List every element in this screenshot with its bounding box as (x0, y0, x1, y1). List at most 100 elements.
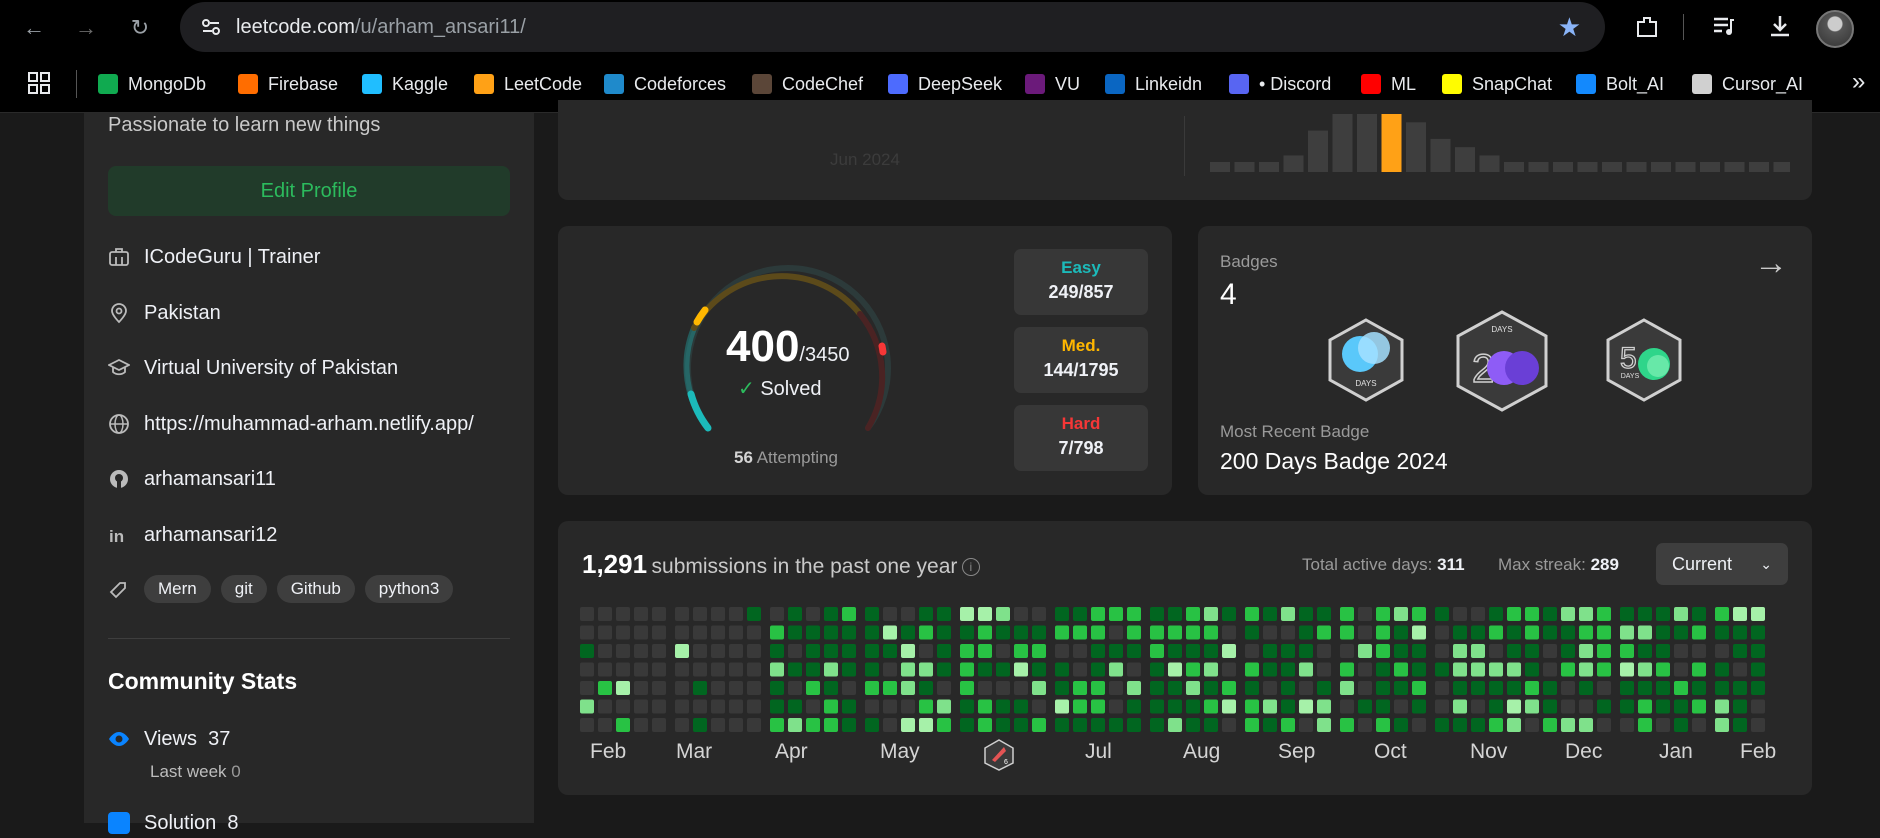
heatmap-cell[interactable] (693, 662, 707, 677)
heatmap-cell[interactable] (1032, 681, 1046, 695)
heatmap-cell[interactable] (634, 607, 648, 621)
heatmap-cell[interactable] (1561, 607, 1575, 621)
heatmap-cell[interactable] (960, 625, 974, 640)
heatmap-cell[interactable] (598, 644, 612, 658)
year-dropdown[interactable]: Current ⌄ (1656, 543, 1788, 585)
heatmap-cell[interactable] (580, 644, 594, 658)
bookmark-deepseek[interactable]: DeepSeek (888, 72, 1002, 96)
heatmap-cell[interactable] (1561, 699, 1575, 714)
heatmap-cell[interactable] (806, 718, 820, 732)
heatmap-cell[interactable] (996, 681, 1010, 695)
heatmap-cell[interactable] (1489, 681, 1503, 695)
heatmap-cell[interactable] (1222, 699, 1236, 714)
heatmap-cell[interactable] (1186, 644, 1200, 658)
heatmap-cell[interactable] (1127, 718, 1141, 732)
histogram-bar[interactable] (1283, 155, 1304, 172)
heatmap-cell[interactable] (1489, 718, 1503, 732)
heatmap-cell[interactable] (1281, 718, 1295, 732)
days-badge-icon[interactable]: DAYS (1326, 318, 1406, 402)
heatmap-cell[interactable] (1733, 681, 1747, 695)
heatmap-cell[interactable] (1543, 607, 1557, 621)
heatmap-cell[interactable] (1507, 625, 1521, 640)
heatmap-cell[interactable] (1127, 662, 1141, 677)
heatmap-cell[interactable] (711, 681, 725, 695)
heatmap-cell[interactable] (1055, 644, 1069, 658)
heatmap-cell[interactable] (1435, 681, 1449, 695)
heatmap-cell[interactable] (1733, 625, 1747, 640)
linkedin-link[interactable]: arhamansari12 (144, 524, 277, 547)
heatmap-cell[interactable] (1525, 644, 1539, 658)
heatmap-cell[interactable] (1489, 699, 1503, 714)
heatmap-cell[interactable] (729, 644, 743, 658)
heatmap-cell[interactable] (711, 662, 725, 677)
heatmap-cell[interactable] (1127, 625, 1141, 640)
heatmap-cell[interactable] (1597, 699, 1611, 714)
histogram-bar[interactable] (1626, 162, 1647, 172)
heatmap-cell[interactable] (1453, 625, 1467, 640)
heatmap-cell[interactable] (1150, 625, 1164, 640)
heatmap-cell[interactable] (1579, 718, 1593, 732)
heatmap-cell[interactable] (937, 662, 951, 677)
heatmap-cell[interactable] (842, 718, 856, 732)
heatmap-cell[interactable] (1055, 625, 1069, 640)
histogram-bar[interactable] (1234, 162, 1255, 172)
heatmap-cell[interactable] (1489, 644, 1503, 658)
more-bookmarks-icon[interactable]: » (1852, 68, 1865, 96)
heatmap-cell[interactable] (1032, 718, 1046, 732)
heatmap-cell[interactable] (1281, 644, 1295, 658)
heatmap-cell[interactable] (1412, 699, 1426, 714)
heatmap-cell[interactable] (1620, 625, 1634, 640)
heatmap-cell[interactable] (1638, 662, 1652, 677)
heatmap-cell[interactable] (960, 718, 974, 732)
heatmap-cell[interactable] (1109, 718, 1123, 732)
heatmap-cell[interactable] (788, 607, 802, 621)
heatmap-cell[interactable] (1245, 607, 1259, 621)
heatmap-cell[interactable] (1543, 718, 1557, 732)
heatmap-cell[interactable] (1597, 662, 1611, 677)
heatmap-cell[interactable] (1376, 699, 1390, 714)
heatmap-cell[interactable] (1715, 699, 1729, 714)
heatmap-cell[interactable] (919, 699, 933, 714)
heatmap-cell[interactable] (1281, 681, 1295, 695)
heatmap-cell[interactable] (1281, 662, 1295, 677)
heatmap-cell[interactable] (978, 718, 992, 732)
heatmap-cell[interactable] (1620, 699, 1634, 714)
histogram-bar[interactable] (1308, 130, 1328, 172)
heatmap-cell[interactable] (1620, 644, 1634, 658)
heatmap-cell[interactable] (1376, 625, 1390, 640)
heatmap-cell[interactable] (806, 699, 820, 714)
heatmap-cell[interactable] (675, 681, 689, 695)
heatmap-cell[interactable] (1733, 644, 1747, 658)
heatmap-cell[interactable] (1186, 699, 1200, 714)
heatmap-cell[interactable] (729, 607, 743, 621)
heatmap-cell[interactable] (1014, 718, 1028, 732)
heatmap-cell[interactable] (1597, 718, 1611, 732)
heatmap-cell[interactable] (1032, 625, 1046, 640)
heatmap-cell[interactable] (1733, 607, 1747, 621)
heatmap-cell[interactable] (1109, 644, 1123, 658)
heatmap-cell[interactable] (865, 644, 879, 658)
histogram-bar[interactable] (1357, 114, 1377, 172)
heatmap-cell[interactable] (1656, 718, 1670, 732)
heatmap-cell[interactable] (1245, 699, 1259, 714)
heatmap-cell[interactable] (1317, 718, 1331, 732)
heatmap-cell[interactable] (1394, 718, 1408, 732)
heatmap-cell[interactable] (729, 718, 743, 732)
heatmap-cell[interactable] (1358, 718, 1372, 732)
heatmap-cell[interactable] (1561, 681, 1575, 695)
heatmap-cell[interactable] (1561, 625, 1575, 640)
heatmap-cell[interactable] (1692, 681, 1706, 695)
histogram-bar[interactable] (1700, 162, 1720, 172)
bookmark-kaggle[interactable]: Kaggle (362, 72, 448, 96)
heatmap-cell[interactable] (1014, 625, 1028, 640)
linkedin-row[interactable]: in arhamansari12 (108, 520, 277, 550)
heatmap-cell[interactable] (1412, 625, 1426, 640)
bookmark-codechef[interactable]: CodeChef (752, 72, 863, 96)
heatmap-cell[interactable] (919, 681, 933, 695)
heatmap-cell[interactable] (747, 718, 761, 732)
heatmap-cell[interactable] (1340, 681, 1354, 695)
heatmap-cell[interactable] (1543, 681, 1557, 695)
heatmap-cell[interactable] (747, 662, 761, 677)
heatmap-cell[interactable] (1412, 644, 1426, 658)
heatmap-cell[interactable] (1507, 681, 1521, 695)
